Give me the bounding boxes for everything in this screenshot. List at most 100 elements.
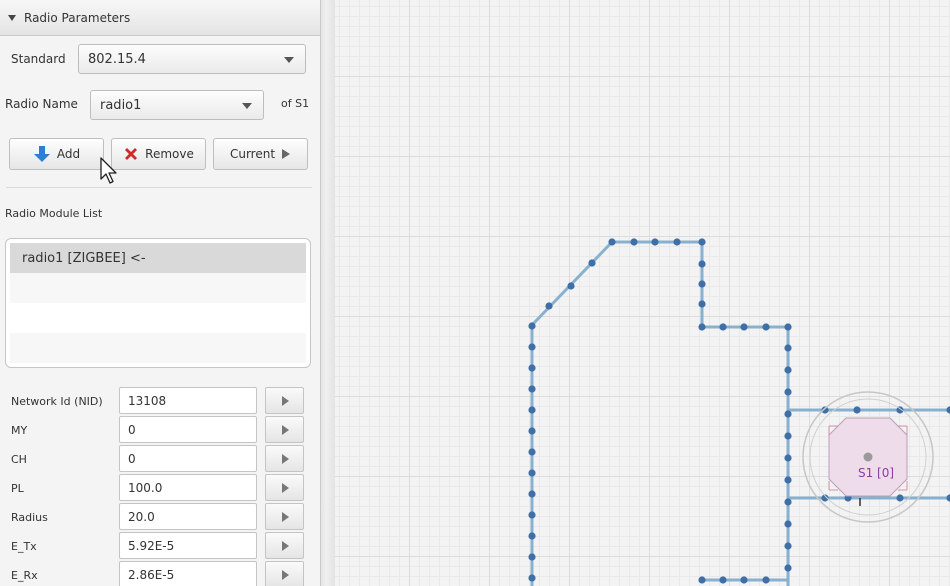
wall-vertex-marker[interactable] (698, 300, 706, 308)
wall-vertex-marker[interactable] (762, 323, 770, 331)
wall-vertex-marker[interactable] (528, 427, 536, 435)
wall-vertex-marker[interactable] (528, 343, 536, 351)
nid-apply-button[interactable] (265, 387, 304, 414)
wall-vertex-marker[interactable] (698, 238, 706, 246)
floor-plan-canvas[interactable]: S1 [0] (335, 0, 950, 586)
etx-field[interactable]: 5.92E-5 (119, 532, 257, 559)
chevron-down-icon (284, 57, 294, 63)
wall-vertex-marker[interactable] (784, 542, 792, 550)
arrow-down-icon (33, 146, 50, 162)
radius-apply-button[interactable] (265, 503, 304, 530)
wall-vertex-marker[interactable] (784, 564, 792, 572)
add-button-label: Add (56, 147, 81, 161)
wall-vertex-marker[interactable] (698, 280, 706, 288)
delete-x-icon (125, 148, 138, 160)
divider (6, 187, 312, 188)
play-arrow-icon (282, 396, 289, 406)
standard-select-value: 802.15.4 (88, 51, 146, 67)
my-field[interactable]: 0 (119, 416, 257, 443)
wall-vertex-marker[interactable] (946, 494, 950, 502)
wall-vertex-marker[interactable] (608, 238, 616, 246)
standard-select[interactable]: 802.15.4 (78, 44, 306, 74)
wall-vertex-marker[interactable] (528, 385, 536, 393)
wall-vertex-marker[interactable] (784, 366, 792, 374)
wall-vertex-marker[interactable] (784, 432, 792, 440)
empty-list-row (10, 333, 306, 363)
wall-vertex-marker[interactable] (698, 260, 706, 268)
pl-label: PL (11, 482, 24, 495)
wall-vertex-marker[interactable] (719, 576, 727, 584)
wall-vertex-marker[interactable] (784, 388, 792, 396)
pl-field[interactable]: 100.0 (119, 474, 257, 501)
wall-vertex-marker[interactable] (528, 448, 536, 456)
building-walls[interactable] (530, 240, 950, 586)
wall-vertex-marker[interactable] (528, 406, 536, 414)
of-sensor-label: of S1 (281, 97, 310, 110)
wall-vertex-marker[interactable] (719, 323, 727, 331)
wall-vertex-marker[interactable] (896, 494, 904, 502)
current-button-label: Current (229, 147, 276, 161)
section-title: Radio Parameters (24, 10, 131, 25)
wall-vertex-marker[interactable] (740, 323, 748, 331)
radius-field[interactable]: 20.0 (119, 503, 257, 530)
wall-segment[interactable] (530, 240, 790, 586)
wall-vertex-marker[interactable] (528, 574, 536, 582)
wall-vertex-marker[interactable] (528, 553, 536, 561)
wall-vertex-marker[interactable] (740, 576, 748, 584)
wall-vertex-marker[interactable] (528, 490, 536, 498)
wall-vertex-marker[interactable] (630, 238, 638, 246)
wall-vertex-marker[interactable] (784, 498, 792, 506)
collapse-triangle-icon[interactable] (8, 14, 16, 21)
wall-vertex-marker[interactable] (762, 576, 770, 584)
wall-vertex-marker[interactable] (784, 520, 792, 528)
my-apply-button[interactable] (265, 416, 304, 443)
radius-label: Radius (11, 511, 48, 524)
wall-vertex-marker[interactable] (698, 323, 706, 331)
remove-button[interactable]: Remove (111, 138, 206, 170)
wall-vertex-marker[interactable] (853, 406, 861, 414)
wall-vertex-marker[interactable] (528, 469, 536, 477)
play-arrow-icon (282, 570, 289, 580)
panel-splitter[interactable] (320, 0, 336, 586)
add-button[interactable]: Add (9, 138, 104, 170)
radio-parameters-header[interactable]: Radio Parameters (0, 0, 320, 36)
wall-vertex-marker[interactable] (651, 238, 659, 246)
wall-vertex-marker[interactable] (784, 454, 792, 462)
ch-field[interactable]: 0 (119, 445, 257, 472)
ch-label: CH (11, 453, 27, 466)
list-item[interactable]: radio1 [ZIGBEE] <- (10, 243, 306, 273)
wall-vertex-marker[interactable] (528, 532, 536, 540)
pl-apply-button[interactable] (265, 474, 304, 501)
wall-vertex-marker[interactable] (784, 410, 792, 418)
play-arrow-icon (282, 454, 289, 464)
wall-vertex-marker[interactable] (784, 344, 792, 352)
etx-apply-button[interactable] (265, 532, 304, 559)
empty-list-row (10, 273, 306, 303)
sensor-label: S1 [0] (858, 466, 894, 480)
mouse-pointer-icon (100, 157, 117, 184)
current-button[interactable]: Current (213, 138, 308, 170)
wall-vertex-marker[interactable] (673, 238, 681, 246)
erx-field[interactable]: 2.86E-5 (119, 561, 257, 586)
radio-module-list[interactable]: radio1 [ZIGBEE] <- (5, 238, 311, 368)
wall-vertex-marker[interactable] (567, 282, 575, 290)
wall-vertex-marker[interactable] (528, 322, 536, 330)
sensor-center-dot (863, 452, 873, 462)
wall-vertex-marker[interactable] (588, 259, 596, 267)
radio-name-select[interactable]: radio1 (90, 90, 264, 120)
wall-vertex-marker[interactable] (528, 364, 536, 372)
nid-field[interactable]: 13108 (119, 387, 257, 414)
wall-vertex-marker[interactable] (528, 511, 536, 519)
wall-vertex-marker[interactable] (784, 323, 792, 331)
properties-panel: Radio Parameters Standard 802.15.4 Radio… (0, 0, 320, 586)
wall-vertex-marker[interactable] (946, 406, 950, 414)
wall-vertex-marker[interactable] (784, 476, 792, 484)
erx-apply-button[interactable] (265, 561, 304, 586)
floor-plan-drawing[interactable]: S1 [0] (335, 0, 950, 586)
nid-label: Network Id (NID) (11, 395, 103, 408)
wall-vertex-marker[interactable] (698, 576, 706, 584)
module-list-label: Radio Module List (5, 207, 103, 220)
play-arrow-icon (282, 483, 289, 493)
wall-vertex-marker[interactable] (545, 302, 553, 310)
ch-apply-button[interactable] (265, 445, 304, 472)
